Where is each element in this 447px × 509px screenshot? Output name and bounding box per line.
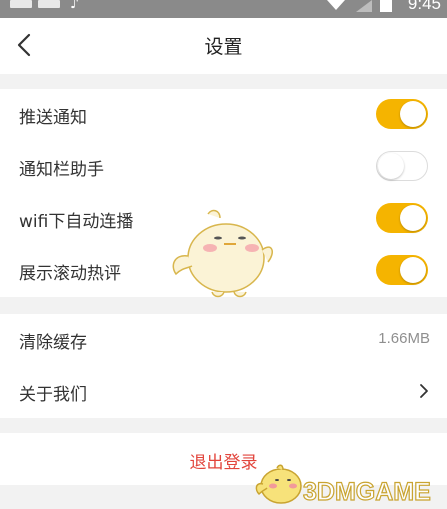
storage-group: 清除缓存 1.66MB 关于我们: [0, 314, 447, 418]
about-us-row[interactable]: 关于我们: [0, 366, 447, 418]
clear-cache-label: 清除缓存: [19, 333, 87, 353]
page-title: 设置: [204, 36, 243, 58]
mascot-icon: [255, 464, 302, 504]
toggle-knob: [378, 153, 404, 179]
setting-label: wifi下自动连播: [19, 212, 134, 232]
setting-row-notification-bar-assistant: 通知栏助手: [0, 141, 447, 193]
status-bar: ♪ 9:45: [0, 0, 447, 18]
toggle-knob: [400, 257, 426, 283]
setting-label: 通知栏助手: [19, 160, 104, 180]
chevron-right-icon: [420, 384, 428, 398]
logout-label: 退出登录: [189, 453, 258, 473]
music-note-icon: ♪: [70, 0, 79, 12]
mascot-icon: [172, 209, 273, 298]
notification-icon: [10, 0, 32, 8]
wifi-icon: [327, 0, 345, 10]
setting-label: 展示滚动热评: [19, 264, 121, 284]
clear-cache-row[interactable]: 清除缓存 1.66MB: [0, 314, 447, 366]
watermark-text: 3DMGAME: [302, 477, 431, 506]
toggle-knob: [400, 101, 426, 127]
show-hot-comments-toggle[interactable]: [376, 255, 428, 285]
header-bar: 设置: [0, 18, 447, 74]
notification-icon: [38, 0, 60, 8]
cache-size-value: 1.66MB: [378, 330, 430, 347]
push-notifications-toggle[interactable]: [376, 99, 428, 129]
notification-bar-assistant-toggle[interactable]: [376, 151, 428, 181]
setting-row-push-notifications: 推送通知: [0, 89, 447, 141]
wifi-autoplay-toggle[interactable]: [376, 203, 428, 233]
status-time: 9:45: [407, 0, 441, 13]
toggle-knob: [400, 205, 426, 231]
setting-label: 推送通知: [19, 108, 87, 128]
about-us-label: 关于我们: [19, 385, 87, 405]
signal-icon: [356, 0, 372, 12]
battery-icon: [380, 0, 392, 12]
